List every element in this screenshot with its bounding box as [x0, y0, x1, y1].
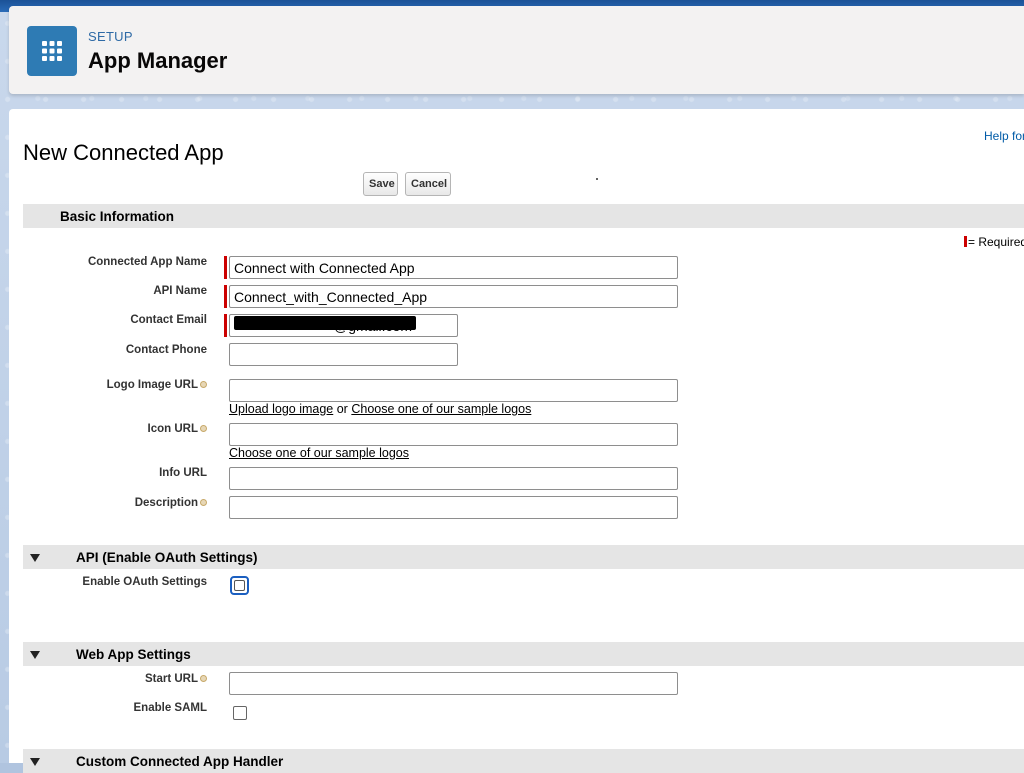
contact-phone-input[interactable]	[229, 343, 458, 366]
required-indicator	[224, 285, 227, 308]
page-heading: App Manager	[88, 48, 228, 73]
logo-image-url-label: Logo Image URL	[29, 379, 207, 391]
connected-app-name-input[interactable]	[229, 256, 678, 279]
info-url-input[interactable]	[229, 467, 678, 490]
save-button[interactable]: Save	[363, 172, 398, 196]
setup-header: SETUP App Manager	[9, 6, 1024, 94]
connected-app-name-label: Connected App Name	[87, 256, 207, 268]
cancel-button[interactable]: Cancel	[405, 172, 451, 196]
contact-email-label: Contact Email	[130, 314, 207, 326]
contact-phone-label: Contact Phone	[125, 344, 207, 356]
app-grid-icon	[42, 41, 62, 61]
artifact-dot	[596, 178, 598, 180]
choose-sample-logos-link[interactable]: Choose one of our sample logos	[351, 402, 531, 416]
required-legend: = Required	[964, 235, 1024, 249]
section-api-oauth[interactable]: API (Enable OAuth Settings)	[23, 545, 1024, 569]
required-indicator	[224, 314, 227, 337]
api-name-label: API Name	[153, 285, 207, 297]
or-text: or	[336, 402, 348, 416]
logo-image-url-input[interactable]	[229, 379, 678, 402]
enable-saml-label: Enable SAML	[133, 702, 207, 714]
start-url-label-text: Start URL	[144, 673, 198, 685]
enable-saml-checkbox[interactable]	[233, 706, 247, 720]
help-info-icon[interactable]	[200, 675, 207, 682]
upload-logo-link[interactable]: Upload logo image	[229, 402, 333, 416]
icon-links: Choose one of our sample logos	[229, 446, 409, 460]
enable-oauth-checkbox[interactable]	[230, 576, 249, 595]
help-link[interactable]: Help for	[984, 129, 1024, 143]
icon-url-label: Icon URL	[29, 423, 207, 435]
section-title: Web App Settings	[76, 647, 191, 662]
collapse-triangle-icon[interactable]	[30, 651, 40, 659]
required-legend-text: = Required	[968, 235, 1024, 249]
help-info-icon[interactable]	[200, 381, 207, 388]
start-url-label: Start URL	[29, 673, 207, 685]
help-info-icon[interactable]	[200, 425, 207, 432]
collapse-triangle-icon[interactable]	[30, 758, 40, 766]
icon-url-input[interactable]	[229, 423, 678, 446]
setup-eyebrow: SETUP	[88, 29, 133, 44]
section-title: API (Enable OAuth Settings)	[76, 550, 258, 565]
icon-url-label-text: Icon URL	[147, 423, 198, 435]
logo-image-url-label-text: Logo Image URL	[106, 379, 198, 391]
help-info-icon[interactable]	[200, 499, 207, 506]
choose-sample-icon-logos-link[interactable]: Choose one of our sample logos	[229, 446, 409, 460]
collapse-triangle-icon[interactable]	[30, 554, 40, 562]
enable-oauth-label: Enable OAuth Settings	[82, 576, 207, 588]
start-url-input[interactable]	[229, 672, 678, 695]
section-custom-handler[interactable]: Custom Connected App Handler	[23, 749, 1024, 773]
description-label-text: Description	[134, 497, 198, 509]
app-manager-tile	[27, 26, 77, 76]
description-input[interactable]	[229, 496, 678, 519]
section-title: Basic Information	[60, 209, 175, 224]
redaction-mark	[234, 316, 416, 330]
required-indicator	[224, 256, 227, 279]
info-url-label: Info URL	[159, 467, 207, 479]
required-marker	[964, 236, 967, 247]
description-label: Description	[29, 497, 207, 509]
page-title: New Connected App	[23, 139, 224, 165]
section-title: Custom Connected App Handler	[76, 754, 284, 769]
logo-links: Upload logo image or Choose one of our s…	[229, 402, 531, 416]
api-name-input[interactable]	[229, 285, 678, 308]
main-content: New Connected App Help for Save Cancel B…	[9, 109, 1024, 773]
section-basic-information: Basic Information	[23, 204, 1024, 228]
section-web-app-settings[interactable]: Web App Settings	[23, 642, 1024, 666]
